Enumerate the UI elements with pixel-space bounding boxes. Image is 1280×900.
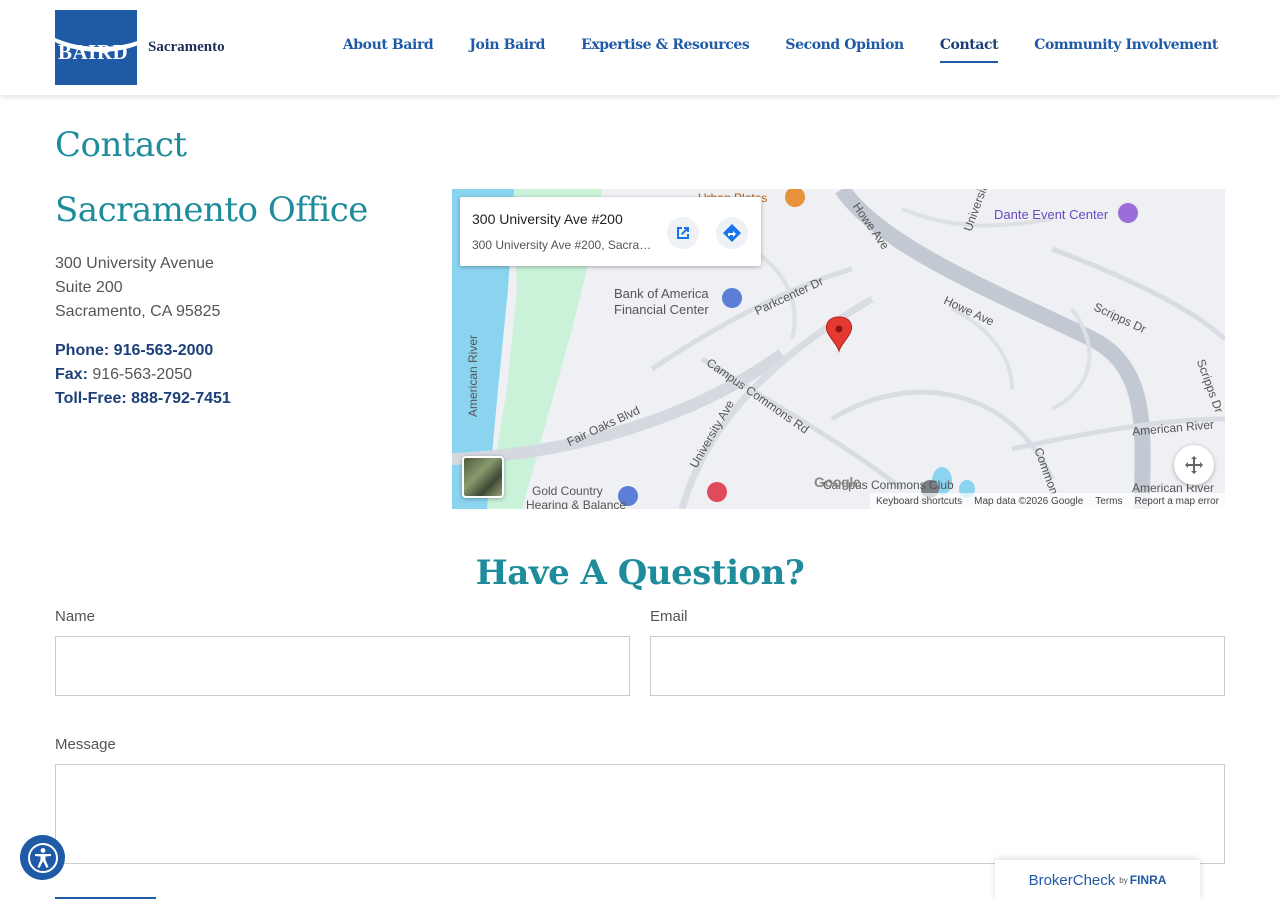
finra-wordmark: FINRA <box>1129 873 1167 887</box>
map-label-dante: Dante Event Center <box>994 207 1109 222</box>
nav-about-baird[interactable]: About Baird <box>343 37 434 63</box>
name-field[interactable] <box>55 636 630 696</box>
email-field[interactable] <box>650 636 1225 696</box>
map-info-card: 300 University Ave #200 300 University A… <box>460 197 761 266</box>
logo-wordmark: BAIRD <box>58 40 129 64</box>
map-data-credit: Map data ©2026 Google <box>974 495 1084 507</box>
phone-link[interactable]: 916-563-2000 <box>114 342 214 359</box>
name-label: Name <box>55 608 96 625</box>
email-label: Email <box>650 608 688 625</box>
directions-icon[interactable] <box>716 217 748 249</box>
address-line-1: 300 University Avenue <box>55 255 214 272</box>
baird-logo[interactable]: BAIRD Sacramento <box>55 10 237 85</box>
nav-contact[interactable]: Contact <box>939 37 999 63</box>
accessibility-icon[interactable] <box>20 835 65 880</box>
tollfree-label: Toll-Free: <box>55 390 127 407</box>
address-line-3: Sacramento, CA 95825 <box>55 303 221 320</box>
map-label-bofa-2: Financial Center <box>614 302 709 317</box>
message-label: Message <box>55 736 116 753</box>
keyboard-shortcuts-link[interactable]: Keyboard shortcuts <box>876 496 962 507</box>
nav-second-opinion[interactable]: Second Opinion <box>785 37 904 63</box>
google-map[interactable]: Dante Event Center Urban Plates Bank of … <box>452 189 1225 509</box>
map-label-gold-country-1: Gold Country <box>532 484 603 498</box>
fax-label: Fax: <box>55 366 88 383</box>
google-logo: Google <box>814 474 861 490</box>
fullscreen-icon[interactable] <box>1174 445 1214 485</box>
address-line-2: Suite 200 <box>55 279 123 296</box>
logo-city: Sacramento <box>148 39 225 55</box>
map-label-bofa-1: Bank of America <box>614 286 709 301</box>
fax-value: 916-563-2050 <box>92 366 192 383</box>
map-card-title: 300 University Ave #200 <box>472 211 623 227</box>
office-address: 300 University Avenue Suite 200 Sacramen… <box>55 252 220 324</box>
submit-button[interactable] <box>55 897 156 899</box>
phone-label: Phone: <box>55 342 110 359</box>
form-title: Have A Question? <box>475 553 805 593</box>
nav-expertise-resources[interactable]: Expertise & Resources <box>581 37 750 63</box>
nav-join-baird[interactable]: Join Baird <box>469 37 545 63</box>
office-title: Sacramento Office <box>55 190 368 230</box>
contact-numbers: Phone: 916-563-2000 Fax: 916-563-2050 To… <box>55 339 231 411</box>
report-map-error-link[interactable]: Report a map error <box>1135 496 1219 507</box>
map-label-american-river: American River <box>466 334 481 418</box>
map-terms-link[interactable]: Terms <box>1095 496 1122 507</box>
brokercheck-badge[interactable]: BrokerCheck by FINRA <box>995 860 1200 900</box>
tollfree-link[interactable]: 888-792-7451 <box>131 390 231 407</box>
page-title: Contact <box>55 125 187 165</box>
brokercheck-brand: BrokerCheck <box>1028 871 1116 889</box>
open-in-maps-icon[interactable] <box>667 217 699 249</box>
site-header: BAIRD Sacramento About Baird Join Baird … <box>0 0 1280 95</box>
map-label-gold-country-2: Hearing & Balance <box>526 498 627 509</box>
satellite-toggle[interactable] <box>462 456 504 498</box>
nav-community-involvement[interactable]: Community Involvement <box>1034 37 1218 63</box>
brokercheck-by: by <box>1119 875 1128 885</box>
baird-logo-mark: BAIRD <box>55 10 137 85</box>
map-card-address: 300 University Ave #200, Sacramento, CA … <box>472 238 654 252</box>
map-attribution: Keyboard shortcuts Map data ©2026 Google… <box>869 493 1225 509</box>
main-nav: About Baird Join Baird Expertise & Resou… <box>343 37 1218 63</box>
message-field[interactable] <box>55 764 1225 864</box>
